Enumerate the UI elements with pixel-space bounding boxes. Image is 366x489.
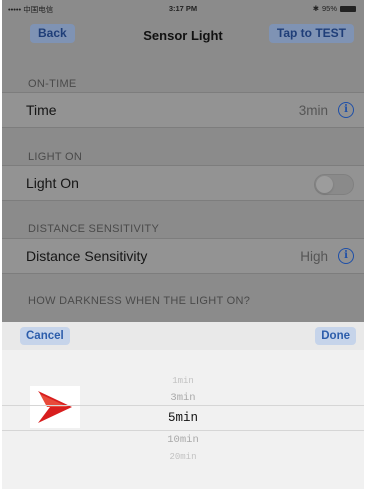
done-button[interactable]: Done: [315, 327, 356, 345]
tap-to-test-button[interactable]: Tap to TEST: [268, 24, 354, 43]
battery-icon: [340, 5, 356, 12]
time-value: 3min: [298, 103, 328, 118]
time-row[interactable]: Time 3min i: [2, 92, 364, 128]
battery-percent: 95%: [321, 4, 337, 13]
distance-sensitivity-row[interactable]: Distance Sensitivity High i: [2, 238, 364, 274]
bluetooth-icon: ✱: [312, 4, 319, 13]
picker-selection-line-bottom: [2, 430, 364, 431]
status-right: ✱ 95%: [313, 4, 356, 13]
distance-sensitivity-label: Distance Sensitivity: [26, 248, 148, 264]
section-header-light-on: LIGHT ON: [28, 151, 83, 163]
picker-option[interactable]: 10min: [2, 434, 364, 446]
cancel-button[interactable]: Cancel: [20, 327, 70, 345]
dimmed-settings-area: ••••• 中国电信 3:17 PM ✱ 95% Back Sensor Lig…: [2, 0, 364, 322]
distance-sensitivity-value: High: [300, 249, 328, 264]
status-time: 3:17 PM: [168, 4, 198, 13]
status-bar: ••••• 中国电信 3:17 PM ✱ 95%: [2, 0, 364, 18]
info-icon[interactable]: i: [338, 102, 354, 118]
section-header-distance: DISTANCE SENSITIVITY: [28, 223, 160, 235]
light-on-label: Light On: [26, 175, 79, 191]
info-icon[interactable]: i: [338, 248, 354, 264]
picker-toolbar: Cancel Done: [2, 322, 364, 351]
toggle-knob: [316, 176, 333, 193]
time-picker[interactable]: 1min 3min 5min 10min 20min: [2, 350, 364, 489]
picker-option[interactable]: 1min: [2, 376, 364, 386]
section-header-darkness: HOW DARKNESS WHEN THE LIGHT ON?: [28, 295, 251, 307]
picker-option[interactable]: 20min: [2, 452, 364, 462]
time-label: Time: [26, 102, 57, 118]
picker-option[interactable]: 3min: [2, 392, 364, 404]
light-on-row: Light On: [2, 165, 364, 201]
picker-selection-line-top: [2, 405, 364, 406]
light-on-toggle[interactable]: [314, 174, 354, 195]
picker-option-selected[interactable]: 5min: [2, 411, 364, 425]
phone-screen: ••••• 中国电信 3:17 PM ✱ 95% Back Sensor Lig…: [2, 0, 364, 489]
navigation-bar: Back Sensor Light Tap to TEST: [2, 20, 364, 50]
section-header-on-time: ON-TIME: [28, 78, 77, 90]
